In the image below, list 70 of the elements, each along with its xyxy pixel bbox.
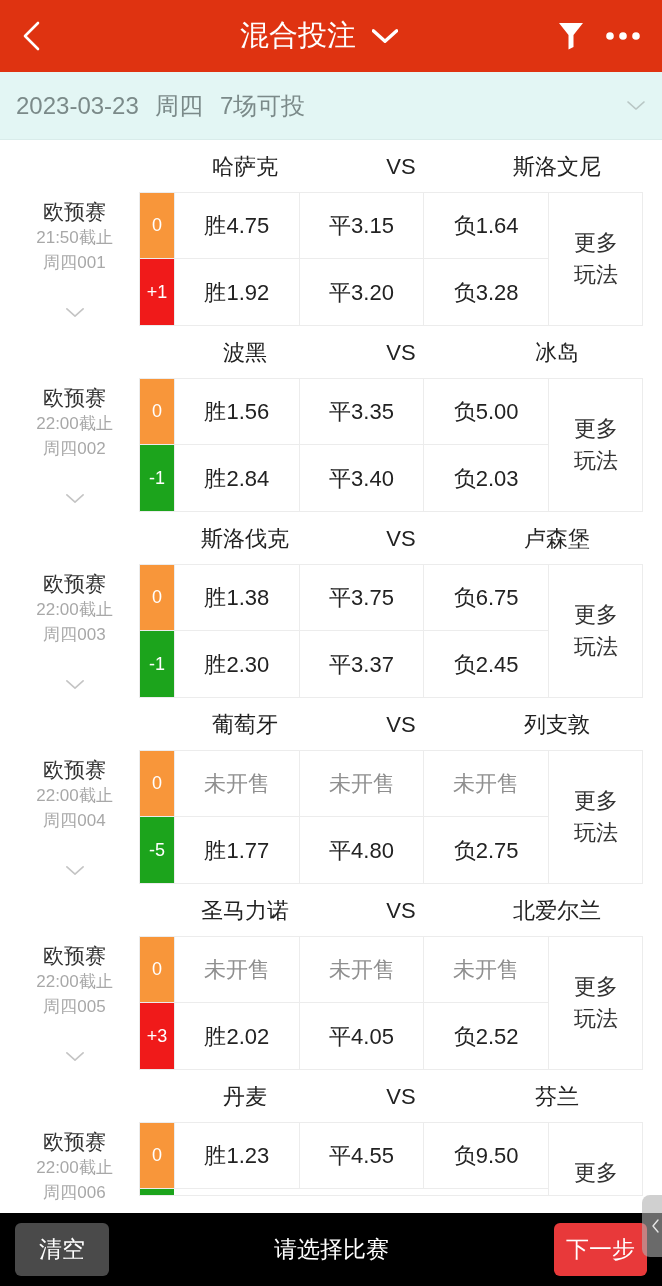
match-code: 周四005 [43, 996, 106, 1018]
title-dropdown[interactable]: 混合投注 [240, 14, 398, 58]
handicap-badge: -5 [140, 817, 174, 883]
team-name: 冰岛 [535, 338, 579, 367]
expand-chevron-icon [65, 1052, 84, 1061]
vs-label: VS [386, 896, 416, 925]
deadline-text: 22:00截止 [36, 785, 113, 807]
date-text: 2023-03-23 周四 7场可投 [16, 90, 306, 121]
handicap-badge: 0 [140, 1123, 174, 1188]
prompt-text: 请选择比赛 [273, 1235, 390, 1265]
expand-chevron-icon [65, 866, 84, 875]
league-name: 欧预赛 [43, 571, 106, 597]
vs-label: VS [386, 524, 416, 553]
handicap-badge: 0 [140, 937, 174, 1002]
more-options-button[interactable]: 更多玩法 [548, 193, 642, 325]
next-step-button[interactable]: 下一步 [554, 1223, 647, 1276]
league-name: 欧预赛 [43, 757, 106, 783]
deadline-text: 22:00截止 [36, 599, 113, 621]
expand-chevron-icon [65, 308, 84, 317]
chevron-down-icon [372, 29, 398, 43]
vs-label: VS [386, 1082, 416, 1111]
more-options-button[interactable]: 更多玩法 [548, 379, 642, 511]
expand-chevron-icon [65, 494, 84, 503]
handicap-badge: 0 [140, 565, 174, 630]
expand-chevron-icon [65, 680, 84, 689]
handicap-badge: +1 [140, 259, 174, 325]
team-name: 芬兰 [535, 1082, 579, 1111]
team-name: 波黑 [223, 338, 267, 367]
match-code: 周四001 [43, 252, 106, 274]
chevron-down-icon [626, 101, 646, 110]
more-options-button[interactable]: 更多玩法 [548, 565, 642, 697]
deadline-text: 21:50截止 [36, 227, 113, 249]
handicap-badge: -1 [140, 631, 174, 697]
league-name: 欧预赛 [43, 199, 106, 225]
more-options-button[interactable]: 更多 [548, 1123, 642, 1195]
side-tab[interactable] [642, 1195, 662, 1257]
deadline-text: 22:00截止 [36, 1157, 113, 1179]
team-name: 圣马力诺 [201, 896, 289, 925]
vs-label: VS [386, 710, 416, 739]
handicap-badge: 0 [140, 379, 174, 444]
team-name: 斯洛伐克 [201, 524, 289, 553]
chevron-left-icon [652, 1219, 659, 1233]
clear-button[interactable]: 清空 [15, 1223, 109, 1276]
handicap-badge: 0 [140, 751, 174, 816]
team-name: 斯洛文尼 [513, 152, 601, 181]
match-code: 周四003 [43, 624, 106, 646]
team-name: 列支敦 [524, 710, 590, 739]
filter-icon[interactable] [558, 22, 584, 50]
handicap-badge: -1 [140, 445, 174, 511]
team-name: 卢森堡 [524, 524, 590, 553]
handicap-badge: 0 [140, 193, 174, 258]
league-name: 欧预赛 [43, 943, 106, 969]
handicap-badge: +3 [140, 1003, 174, 1069]
vs-label: VS [386, 338, 416, 367]
back-icon[interactable] [22, 21, 40, 51]
deadline-text: 22:00截止 [36, 971, 113, 993]
match-code: 周四006 [43, 1182, 106, 1204]
team-name: 哈萨克 [212, 152, 278, 181]
league-name: 欧预赛 [43, 1129, 106, 1155]
match-code: 周四002 [43, 438, 106, 460]
vs-label: VS [386, 152, 416, 181]
match-code: 周四004 [43, 810, 106, 832]
deadline-text: 22:00截止 [36, 413, 113, 435]
team-name: 北爱尔兰 [513, 896, 601, 925]
more-options-button[interactable]: 更多玩法 [548, 937, 642, 1069]
team-name: 葡萄牙 [212, 710, 278, 739]
team-name: 丹麦 [223, 1082, 267, 1111]
more-options-button[interactable]: 更多玩法 [548, 751, 642, 883]
more-icon[interactable] [606, 32, 640, 40]
league-name: 欧预赛 [43, 385, 106, 411]
